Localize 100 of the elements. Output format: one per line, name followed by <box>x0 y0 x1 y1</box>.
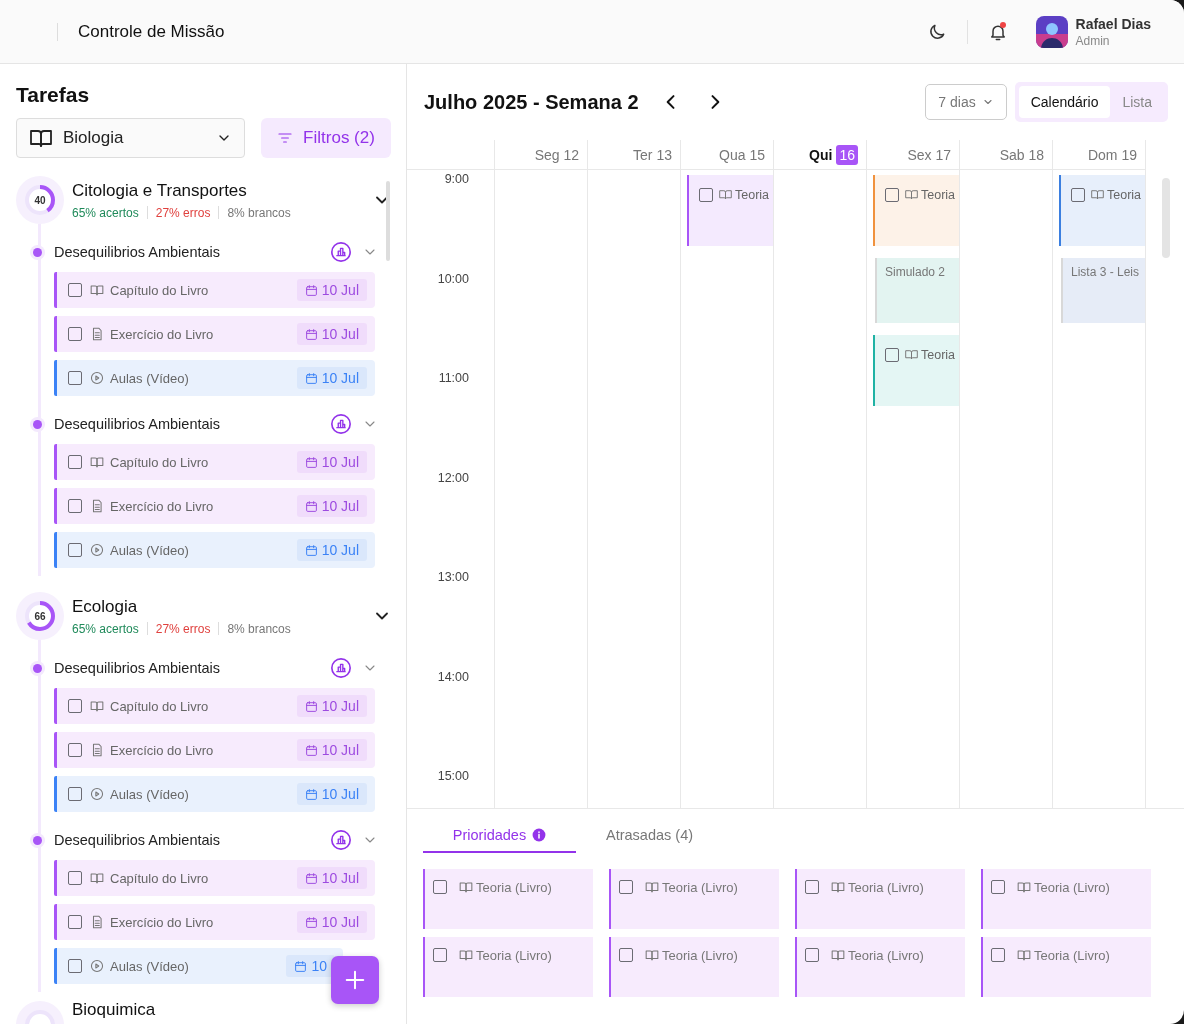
document-icon <box>90 915 104 929</box>
date-chip: 10 Jul <box>296 451 367 473</box>
subject-title[interactable]: Bioquimica <box>72 1001 392 1019</box>
task-card[interactable]: Teoria (Livro) <box>981 937 1151 997</box>
checkbox[interactable] <box>1071 188 1085 202</box>
checkbox[interactable] <box>68 283 82 297</box>
checkbox[interactable] <box>991 880 1005 894</box>
checkbox[interactable] <box>68 915 82 929</box>
task-card[interactable]: Teoria (Livro) <box>423 937 593 997</box>
day-label: Qua 15 <box>719 146 765 163</box>
hour-label: 12:00 <box>437 470 469 485</box>
range-select[interactable]: 7 dias <box>925 84 1007 120</box>
task-card[interactable]: Teoria (Livro) <box>981 869 1151 929</box>
subject-title[interactable]: Citologia e Transportes <box>72 180 372 201</box>
task-row[interactable]: Aulas (Vídeo) 10 Jul <box>54 776 375 812</box>
calendar-event[interactable]: Teoria <box>873 175 959 246</box>
checkbox[interactable] <box>885 188 899 202</box>
topic-title[interactable]: Desequilibrios Ambientais <box>54 832 221 848</box>
calendar-event[interactable]: Simulado 2 <box>875 258 959 323</box>
checkbox[interactable] <box>68 743 82 757</box>
date-chip: 10 Jul <box>296 783 367 805</box>
task-card[interactable]: Teoria (Livro) <box>609 937 779 997</box>
calendar-event[interactable]: Lista 3 - Leis <box>1061 258 1145 323</box>
view-tab[interactable]: Lista <box>1110 86 1164 118</box>
play-icon <box>90 543 104 557</box>
stat-text: 8% brancos <box>227 621 291 636</box>
day-label: Qui <box>809 146 833 163</box>
task-row[interactable]: Capítulo do Livro 10 Jul <box>54 444 375 480</box>
date-chip: 10 Jul <box>296 279 367 301</box>
tab[interactable]: Atrasadas (4) <box>606 819 694 853</box>
play-icon <box>90 959 104 973</box>
checkbox[interactable] <box>68 499 82 513</box>
task-label: Capítulo do Livro <box>110 282 209 298</box>
calendar-icon <box>304 327 318 341</box>
add-button[interactable] <box>331 956 379 1004</box>
book-icon <box>90 283 104 297</box>
task-card[interactable]: Teoria (Livro) <box>423 869 593 929</box>
topic-title[interactable]: Desequilibrios Ambientais <box>54 244 221 260</box>
checkbox[interactable] <box>885 348 899 362</box>
calendar-event[interactable]: Teoria <box>873 335 959 406</box>
calendar-icon <box>304 787 318 801</box>
progress-ring <box>22 182 58 218</box>
checkbox[interactable] <box>805 880 819 894</box>
scrollbar[interactable] <box>1162 178 1170 258</box>
subject-select[interactable]: Biologia <box>16 118 245 158</box>
topic-title[interactable]: Desequilibrios Ambientais <box>54 416 221 432</box>
avatar[interactable] <box>1035 15 1068 48</box>
filter-button[interactable]: Filtros (2) <box>261 118 391 158</box>
task-row[interactable]: Capítulo do Livro 10 Jul <box>54 272 375 308</box>
calendar-icon <box>304 871 318 885</box>
task-card[interactable]: Teoria (Livro) <box>795 937 965 997</box>
tab[interactable]: Prioridades <box>423 819 576 853</box>
checkbox[interactable] <box>68 959 82 973</box>
task-label: Exercício do Livro <box>110 326 214 342</box>
checkbox[interactable] <box>699 188 713 202</box>
task-row[interactable]: Capítulo do Livro 10 Jul <box>54 860 375 896</box>
scrollbar[interactable] <box>386 181 390 261</box>
task-label: Teoria (Livro) <box>662 948 738 963</box>
chart-icon <box>330 241 352 263</box>
hour-label: 13:00 <box>437 570 469 584</box>
task-row[interactable]: Exercício do Livro 10 Jul <box>54 732 375 768</box>
book-icon <box>905 348 918 361</box>
checkbox[interactable] <box>991 948 1005 962</box>
task-row[interactable]: Exercício do Livro 10 Jul <box>54 488 375 524</box>
document-icon <box>90 743 104 757</box>
calendar-icon <box>304 499 318 513</box>
task-row[interactable]: Aulas (Vídeo) 10 Jul <box>54 532 375 568</box>
date-chip: 10 Jul <box>296 367 367 389</box>
view-tab[interactable]: Calendário <box>1018 86 1111 118</box>
checkbox[interactable] <box>433 948 447 962</box>
task-row[interactable]: Aulas (Vídeo) 10 <box>54 948 343 984</box>
task-row[interactable]: Exercício do Livro 10 Jul <box>54 904 375 940</box>
event-title: Simulado 2 <box>885 265 946 279</box>
task-label: Teoria (Livro) <box>1034 948 1110 963</box>
checkbox[interactable] <box>619 948 633 962</box>
checkbox[interactable] <box>68 699 82 713</box>
task-label: Exercício do Livro <box>110 742 214 758</box>
subject-title[interactable]: Ecologia <box>72 596 372 617</box>
task-card[interactable]: Teoria (Livro) <box>795 869 965 929</box>
topic-title[interactable]: Desequilibrios Ambientais <box>54 660 221 676</box>
checkbox[interactable] <box>68 543 82 557</box>
task-row[interactable]: Capítulo do Livro 10 Jul <box>54 688 375 724</box>
calendar-event[interactable]: Teoria <box>1059 175 1145 246</box>
task-label: Teoria (Livro) <box>848 948 924 963</box>
score: 40 <box>34 194 46 206</box>
task-row[interactable]: Aulas (Vídeo) 10 Jul <box>54 360 375 396</box>
checkbox[interactable] <box>68 327 82 341</box>
checkbox[interactable] <box>68 455 82 469</box>
book-icon <box>459 948 473 962</box>
checkbox[interactable] <box>619 880 633 894</box>
checkbox[interactable] <box>433 880 447 894</box>
task-card[interactable]: Teoria (Livro) <box>609 869 779 929</box>
checkbox[interactable] <box>805 948 819 962</box>
checkbox[interactable] <box>68 787 82 801</box>
checkbox[interactable] <box>68 871 82 885</box>
task-row[interactable]: Exercício do Livro 10 Jul <box>54 316 375 352</box>
checkbox[interactable] <box>68 371 82 385</box>
calendar-event[interactable]: Teoria <box>687 175 773 246</box>
date-chip: 10 Jul <box>296 495 367 517</box>
calendar-icon <box>304 371 318 385</box>
